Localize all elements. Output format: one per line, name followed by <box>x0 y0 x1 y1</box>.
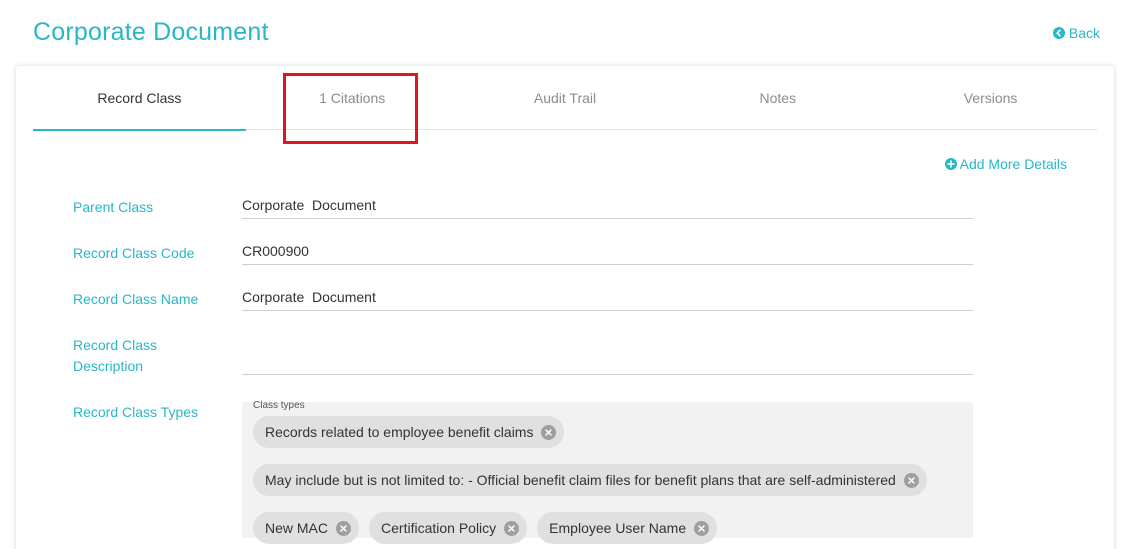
close-circle-icon[interactable] <box>504 520 520 536</box>
chip-label: Certification Policy <box>381 520 497 536</box>
class-type-chip: May include but is not limited to: - Off… <box>253 464 927 496</box>
tab-notes[interactable]: Notes <box>671 66 884 130</box>
close-circle-icon[interactable] <box>336 520 352 536</box>
tab-record-class[interactable]: Record Class <box>33 66 246 131</box>
plus-circle-icon <box>944 158 957 170</box>
class-types-field[interactable]: Class types Records related to employee … <box>242 400 973 544</box>
tab-bar: Record Class 1 Citations Audit Trail Not… <box>33 66 1097 131</box>
record-class-code-field[interactable]: CR000900 <box>242 240 973 265</box>
close-circle-icon[interactable] <box>541 424 557 440</box>
record-class-description-field[interactable] <box>242 350 973 375</box>
back-link[interactable]: Back <box>1052 25 1100 41</box>
tab-versions[interactable]: Versions <box>884 66 1097 130</box>
class-type-chip: Employee User Name <box>537 512 718 544</box>
back-label: Back <box>1068 25 1100 41</box>
record-class-card: Record Class 1 Citations Audit Trail Not… <box>16 66 1114 549</box>
tab-citations[interactable]: 1 Citations <box>246 66 459 130</box>
parent-class-label: Parent Class <box>73 199 154 215</box>
class-type-chip: Certification Policy <box>369 512 528 544</box>
class-types-chip-list: Records related to employee benefit clai… <box>253 416 963 544</box>
arrow-left-circle-icon <box>1052 27 1065 39</box>
record-class-name-field[interactable]: Corporate Document <box>242 286 973 311</box>
class-type-chip: Records related to employee benefit clai… <box>253 416 565 448</box>
add-more-details-button[interactable]: Add More Details <box>944 156 1067 172</box>
tab-audit-trail[interactable]: Audit Trail <box>459 66 672 130</box>
parent-class-field[interactable]: Corporate Document <box>242 194 973 219</box>
chip-label: Records related to employee benefit clai… <box>265 424 534 440</box>
chip-label: New MAC <box>265 520 329 536</box>
record-class-name-label: Record Class Name <box>73 291 199 307</box>
add-more-details-label: Add More Details <box>959 156 1067 172</box>
record-class-types-label: Record Class Types <box>73 404 199 420</box>
chip-label: Employee User Name <box>549 520 687 536</box>
class-type-chip: New MAC <box>253 512 360 544</box>
chip-label: May include but is not limited to: - Off… <box>265 472 896 488</box>
record-class-code-label: Record Class Code <box>73 245 195 261</box>
record-class-description-label: Record Class Description <box>73 337 158 374</box>
class-types-caption: Class types <box>253 400 305 411</box>
close-circle-icon[interactable] <box>694 520 710 536</box>
close-circle-icon[interactable] <box>903 472 919 488</box>
page-title: Corporate Document <box>33 18 269 46</box>
